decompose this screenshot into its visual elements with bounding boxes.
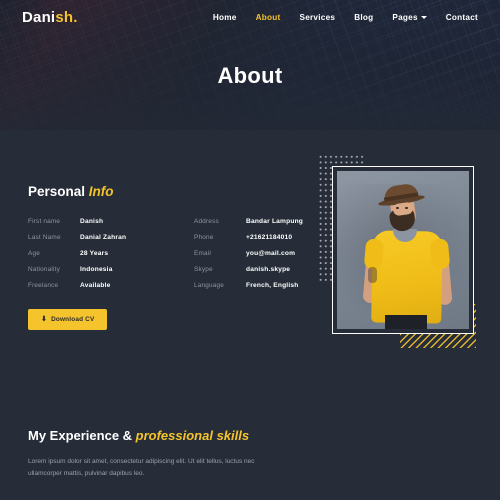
info-row: Age 28 Years <box>28 250 166 258</box>
info-value-address: Bandar Lampung <box>246 218 304 225</box>
personal-info-right-column: Address Bandar Lampung Phone +2162118401… <box>194 218 332 299</box>
nav-item-home-label: Home <box>212 12 237 22</box>
info-label-nationality: Nationality <box>28 266 61 274</box>
page-title: About <box>217 63 283 88</box>
nav-item-pages-label: Pages <box>392 12 418 22</box>
nav-item-services[interactable]: Services <box>299 13 335 22</box>
person-right-eye <box>405 207 408 209</box>
main-navigation: Home About Services Blog Pages Contact <box>213 13 478 22</box>
nav-item-contact[interactable]: Contact <box>446 13 478 22</box>
site-logo[interactable]: Danish. <box>22 9 78 26</box>
personal-info-heading-primary: Personal <box>28 184 89 199</box>
nav-item-blog[interactable]: Blog <box>354 13 373 22</box>
nav-item-blog-label: Blog <box>354 12 374 22</box>
info-value-nationality: Indonesia <box>80 266 113 274</box>
info-row: Address Bandar Lampung <box>194 218 332 226</box>
info-row: Last Name Danial Zahran <box>28 234 166 242</box>
info-row: Phone +21621184010 <box>194 234 332 242</box>
chevron-down-icon <box>420 15 427 19</box>
person-right-sleeve <box>429 238 451 270</box>
person-arm-tattoo <box>368 267 377 283</box>
profile-photo-block <box>318 154 478 348</box>
info-value-skype: danish.skype <box>246 266 291 274</box>
experience-heading-accent: professional skills <box>135 428 250 443</box>
nav-item-about-label: About <box>255 12 281 22</box>
info-value-age: 28 Years <box>80 250 109 258</box>
personal-info-heading-accent: Info <box>88 184 114 199</box>
info-value-freelance: Available <box>80 282 111 290</box>
download-icon: ⬇ <box>41 316 48 324</box>
info-label-phone: Phone <box>194 234 214 242</box>
info-label-first-name: First name <box>28 218 61 225</box>
nav-item-home[interactable]: Home <box>213 13 237 22</box>
info-label-last-name: Last Name <box>28 234 61 242</box>
info-label-age: Age <box>28 250 40 258</box>
info-row: Email you@mail.com <box>194 250 332 258</box>
info-label-freelance: Freelance <box>28 282 59 290</box>
info-value-email: you@mail.com <box>246 250 296 258</box>
info-row: Freelance Available <box>28 282 166 290</box>
person-left-eye <box>396 207 399 209</box>
profile-photo <box>337 171 469 329</box>
about-section: Personal Info First name Danish Last Nam… <box>0 130 500 420</box>
logo-primary-text: Dani <box>22 8 56 26</box>
photo-frame <box>332 166 474 334</box>
nav-item-contact-label: Contact <box>445 12 478 22</box>
hero-header: Danish. Home About Services Blog Pages C… <box>0 0 500 130</box>
info-value-language: French, English <box>246 282 299 290</box>
info-label-address: Address <box>194 218 219 225</box>
info-row: Skype danish.skype <box>194 266 332 274</box>
nav-item-pages[interactable]: Pages <box>392 12 427 22</box>
info-label-skype: Skype <box>194 266 213 274</box>
info-row: Nationality Indonesia <box>28 266 166 274</box>
experience-section: My Experience & professional skills Lore… <box>0 420 500 480</box>
logo-accent-text: sh. <box>55 8 78 26</box>
info-row: Language French, English <box>194 282 332 290</box>
info-value-phone: +21621184010 <box>246 234 293 242</box>
info-label-language: Language <box>194 282 225 290</box>
download-cv-label: Download CV <box>51 316 95 324</box>
navbar: Danish. Home About Services Blog Pages C… <box>0 0 500 34</box>
nav-item-services-label: Services <box>299 12 336 22</box>
personal-info-left-column: First name Danish Last Name Danial Zahra… <box>28 218 166 299</box>
info-label-email: Email <box>194 250 211 258</box>
info-value-last-name: Danial Zahran <box>80 234 127 242</box>
experience-heading-primary: My Experience & <box>28 428 136 443</box>
info-value-first-name: Danish <box>80 218 104 225</box>
nav-item-about[interactable]: About <box>256 13 281 22</box>
download-cv-button[interactable]: ⬇ Download CV <box>28 309 108 331</box>
person-pants <box>385 315 427 329</box>
experience-paragraph: Lorem ipsum dolor sit amet, consectetur … <box>28 458 255 478</box>
person-left-sleeve <box>363 238 385 270</box>
experience-heading: My Experience & professional skills <box>28 420 472 443</box>
info-row: First name Danish <box>28 218 166 226</box>
